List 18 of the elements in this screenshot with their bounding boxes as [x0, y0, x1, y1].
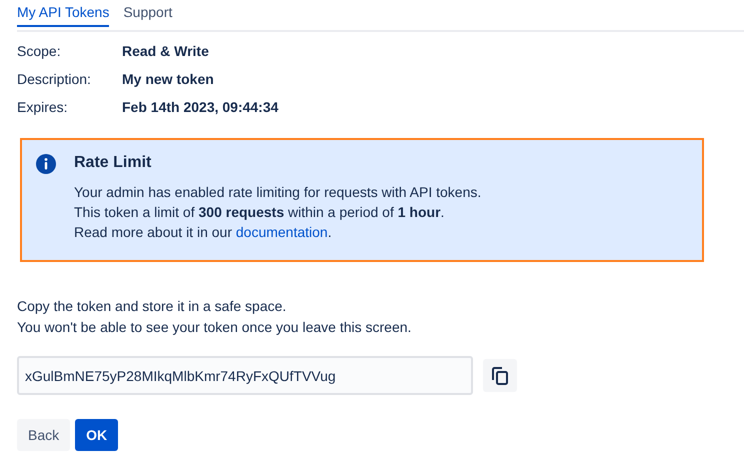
tab[interactable]: My API Tokens: [17, 4, 110, 27]
ok-button[interactable]: OK: [75, 419, 118, 451]
detail-value: Read & Write: [122, 43, 210, 60]
back-button[interactable]: Back: [17, 419, 70, 451]
detail-value: Feb 14th 2023, 09:44:34: [122, 99, 278, 116]
detail-value: My new token: [122, 71, 215, 88]
detail-label: Expires:: [17, 99, 69, 116]
detail-label: Scope:: [17, 43, 62, 60]
token-field[interactable]: xGulBmNE75yP28MIkqMlbKmr74RyFxQUfTVVug: [17, 356, 473, 395]
tab[interactable]: Support: [123, 4, 172, 27]
copy-icon: [492, 366, 508, 384]
instructions-text: Copy the token and store it in a safe space. You won't be able to see your token once you leave this screen.: [17, 297, 412, 337]
panel-message: Your admin has enabled rate limiting for requests with API tokens. This token a limit of 300 requests within a period of 1 hour. Read more about it in our documentation.: [74, 183, 482, 242]
detail-label: Description:: [17, 71, 92, 88]
documentation-link[interactable]: documentation: [236, 224, 328, 240]
info-icon: [36, 154, 56, 174]
copy-button[interactable]: [483, 359, 517, 392]
panel-title: Rate Limit: [74, 154, 152, 172]
